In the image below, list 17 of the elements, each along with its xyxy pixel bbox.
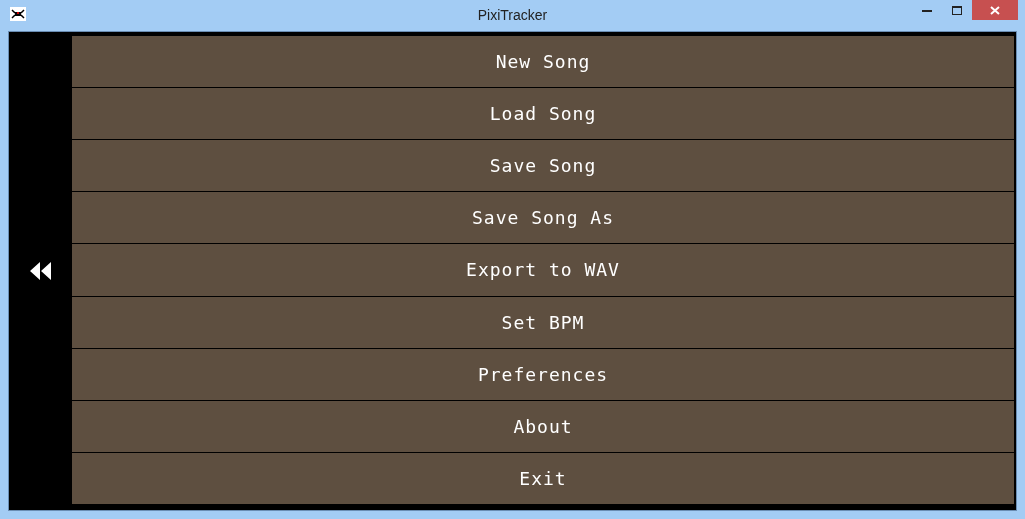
rewind-button[interactable] (29, 262, 52, 280)
minimize-icon (922, 8, 932, 12)
window-title: PixiTracker (477, 7, 548, 23)
menu-item[interactable]: Save Song (72, 140, 1014, 192)
menu-item[interactable]: Export to WAV (72, 244, 1014, 296)
menu-item[interactable]: Load Song (72, 88, 1014, 140)
rewind-icon (29, 262, 52, 280)
menu-item[interactable]: New Song (72, 36, 1014, 88)
menu-item[interactable]: About (72, 400, 1014, 452)
bug-icon (10, 7, 26, 21)
close-icon (990, 5, 1000, 15)
menu-item[interactable]: Preferences (72, 348, 1014, 400)
close-button[interactable] (972, 0, 1018, 20)
maximize-icon (952, 5, 962, 15)
menu-item[interactable]: Set BPM (72, 296, 1014, 348)
menu-item[interactable]: Exit (72, 452, 1014, 504)
menu-item[interactable]: Save Song As (72, 192, 1014, 244)
